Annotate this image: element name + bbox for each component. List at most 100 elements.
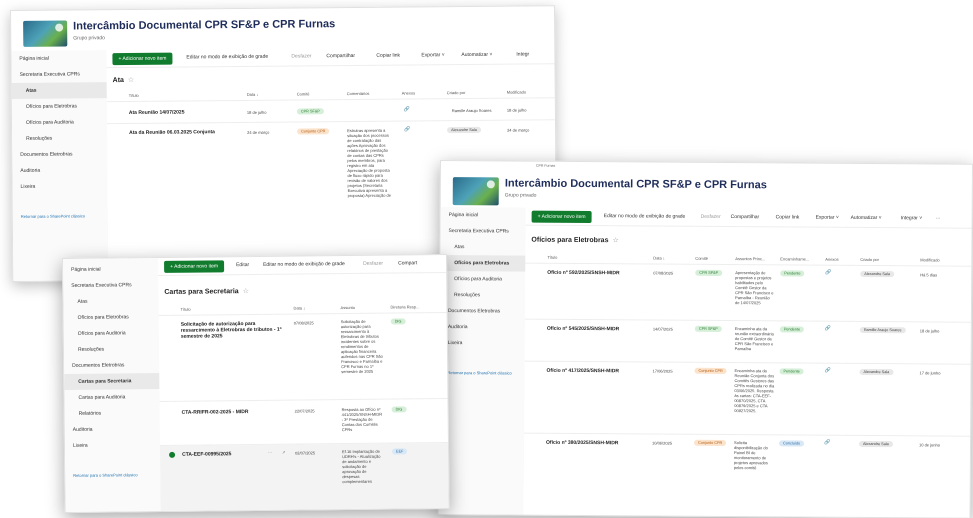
nav-cartas-auditoria[interactable]: Cartas para Auditoria	[64, 389, 159, 406]
selected-check-icon[interactable]	[169, 451, 176, 458]
favorite-star-icon[interactable]: ☆	[243, 288, 249, 295]
nav-lixeira[interactable]: Lixeira	[12, 178, 107, 195]
more-options-icon[interactable]: ···	[936, 215, 941, 221]
col-date[interactable]: Data ↓	[653, 255, 665, 260]
favorite-star-icon[interactable]: ☆	[612, 237, 618, 244]
nav-oficios-eletrobras[interactable]: Ofícios para Eletrobras	[440, 255, 526, 272]
table-row[interactable]: Ofício nº 545/2025/SNSH-MIDR 14/07/2025 …	[524, 319, 971, 365]
attachment-icon[interactable]: 🔗	[404, 107, 410, 113]
nav-lixeira[interactable]: Lixeira	[440, 335, 525, 352]
table-row[interactable]: Ofício nº 592/2025/SNSH-MIDR 07/08/2025 …	[524, 263, 972, 323]
site-title[interactable]: Intercâmbio Documental CPR SF&P e CPR Fu…	[505, 177, 767, 191]
integrate-button[interactable]: Integrar ˅	[901, 215, 923, 221]
row-title[interactable]: Ata da Reunião 06.03.2025 Conjunta	[129, 129, 229, 136]
col-created-by[interactable]: Criado por	[447, 90, 466, 95]
col-created-by[interactable]: Criado por	[860, 257, 879, 262]
col-committee[interactable]: Comitê	[297, 91, 310, 96]
col-committee[interactable]: Comitê	[695, 256, 708, 261]
nav-atas[interactable]: Atas	[63, 293, 158, 310]
col-modified[interactable]: Modificado	[920, 257, 939, 262]
share-button[interactable]: Compartilhar	[326, 53, 355, 59]
undo-button[interactable]: Desfazer	[291, 53, 311, 59]
return-classic-link[interactable]: Retornar para o SharePoint clássico	[65, 467, 160, 483]
automate-button[interactable]: Automatizar ˅	[461, 52, 492, 58]
return-classic-link[interactable]: Retornar para o SharePoint clássico	[13, 208, 108, 224]
nav-secretaria[interactable]: Secretaria Executiva CPRs	[440, 223, 525, 240]
copy-link-button[interactable]: Copiar link	[376, 53, 400, 59]
col-attachments[interactable]: Anexos	[402, 90, 415, 95]
share-button[interactable]: Compartilhar	[731, 214, 760, 220]
row-title[interactable]: Ata Reunião 14/07/2025	[129, 109, 239, 115]
grid-edit-button[interactable]: Editar no modo de exibição de grade	[263, 261, 345, 268]
row-title[interactable]: CTA-RRIFR-002-2025 - MIDR	[182, 409, 287, 416]
row-title[interactable]: CTA-EEF-00995/2025	[182, 451, 262, 458]
nav-auditoria[interactable]: Auditoria	[440, 319, 525, 336]
automate-button[interactable]: Automatizar ˅	[851, 215, 882, 221]
nav-relatorios[interactable]: Relatórios	[65, 405, 160, 422]
undo-button[interactable]: Desfazer	[363, 261, 383, 267]
table-row[interactable]: Ofício nº 380/2025/SNSH-MIDR 10/06/2025 …	[524, 434, 970, 477]
col-title[interactable]: Título	[129, 93, 139, 98]
col-forwarding[interactable]: Encaminhame...	[780, 256, 809, 261]
row-title[interactable]: Ofício nº 545/2025/SNSH-MIDR	[547, 326, 647, 333]
col-title[interactable]: Título	[181, 307, 191, 312]
grid-edit-button[interactable]: Editar no modo de exibição de grade	[186, 54, 268, 61]
nav-oficios-auditoria[interactable]: Ofícios para Auditoria	[12, 114, 107, 131]
edit-button[interactable]: Editar	[236, 262, 249, 268]
attachment-icon[interactable]: 🔗	[824, 440, 830, 446]
row-title[interactable]: Solicitação de autorização para ressarci…	[181, 321, 286, 340]
add-item-button[interactable]: + Adicionar novo item	[112, 52, 173, 66]
nav-auditoria[interactable]: Auditoria	[12, 162, 107, 179]
table-row[interactable]: Ofício nº 417/2025/SNSH-MIDR 17/06/2025 …	[524, 361, 971, 437]
nav-secretaria[interactable]: Secretaria Executiva CPRs	[63, 277, 158, 294]
nav-resolucoes[interactable]: Resoluções	[12, 130, 107, 147]
nav-home[interactable]: Página inicial	[63, 258, 158, 278]
nav-home[interactable]: Página inicial	[441, 207, 526, 224]
add-item-button[interactable]: + Adicionar novo item	[164, 260, 225, 273]
col-modified[interactable]: Modificado	[507, 89, 526, 94]
nav-atas[interactable]: Atas	[440, 239, 525, 256]
share-row-icon[interactable]: ↗	[282, 450, 285, 455]
nav-lixeira[interactable]: Lixeira	[65, 437, 160, 454]
export-button[interactable]: Exportar ˅	[421, 52, 444, 58]
row-title[interactable]: Ofício nº 592/2025/SNSH-MIDR	[547, 270, 647, 277]
undo-button[interactable]: Desfazer	[701, 214, 721, 220]
nav-cartas-secretaria[interactable]: Cartas para Secretaria	[64, 372, 160, 390]
nav-auditoria[interactable]: Auditoria	[65, 421, 160, 438]
row-title[interactable]: Ofício nº 380/2025/SNSH-MIDR	[546, 440, 646, 447]
col-date[interactable]: Data ↓	[247, 92, 259, 97]
nav-oficios-eletrobras[interactable]: Ofícios para Eletrobras	[64, 309, 159, 326]
col-date[interactable]: Data ↓	[294, 305, 306, 310]
attachment-icon[interactable]: 🔗	[825, 326, 831, 332]
table-row[interactable]: CTA-RRIFR-002-2025 - MIDR 22/07/2025 Res…	[159, 398, 448, 446]
nav-oficios-auditoria[interactable]: Ofícios para Auditoria	[64, 325, 159, 342]
attachment-icon[interactable]: 🔗	[825, 270, 831, 276]
nav-resolucoes[interactable]: Resoluções	[440, 287, 525, 304]
nav-documentos-eletrobras[interactable]: Documentos Eletrobras	[12, 146, 107, 163]
attachment-icon[interactable]: 🔗	[825, 368, 831, 374]
grid-edit-button[interactable]: Editar no modo de exibição de grade	[604, 213, 686, 220]
export-button[interactable]: Exportar ˅	[816, 215, 839, 221]
site-logo[interactable]	[23, 20, 68, 47]
col-title[interactable]: Título	[547, 255, 557, 260]
integrate-button[interactable]: Integr	[516, 51, 529, 57]
nav-oficios-auditoria[interactable]: Ofícios para Auditoria	[440, 271, 525, 288]
nav-resolucoes[interactable]: Resoluções	[64, 341, 159, 358]
nav-oficios-eletrobras[interactable]: Ofícios para Eletrobras	[12, 98, 107, 115]
site-logo[interactable]	[452, 177, 499, 206]
nav-documentos-eletrobras[interactable]: Documentos Eletrobras	[64, 357, 159, 374]
table-row[interactable]: Solicitação de autorização para ressarci…	[158, 312, 448, 402]
col-comments[interactable]: Comentários	[347, 91, 370, 96]
col-subject[interactable]: Assuntos Princ...	[735, 256, 765, 261]
share-button[interactable]: Compart	[398, 260, 417, 266]
add-item-button[interactable]: + Adicionar novo item	[531, 210, 592, 224]
nav-atas[interactable]: Atas	[11, 82, 107, 99]
col-attachments[interactable]: Anexos	[825, 257, 838, 262]
copy-link-button[interactable]: Copiar link	[776, 214, 800, 220]
nav-home[interactable]: Página inicial	[11, 50, 106, 67]
more-options-icon[interactable]: ···	[268, 450, 272, 455]
favorite-star-icon[interactable]: ☆	[128, 77, 134, 84]
col-diretoria[interactable]: Diretoria Resp...	[391, 304, 420, 309]
nav-documentos-eletrobras[interactable]: Documentos Eletrobras	[440, 303, 525, 320]
nav-secretaria[interactable]: Secretaria Executiva CPRs	[11, 66, 106, 83]
